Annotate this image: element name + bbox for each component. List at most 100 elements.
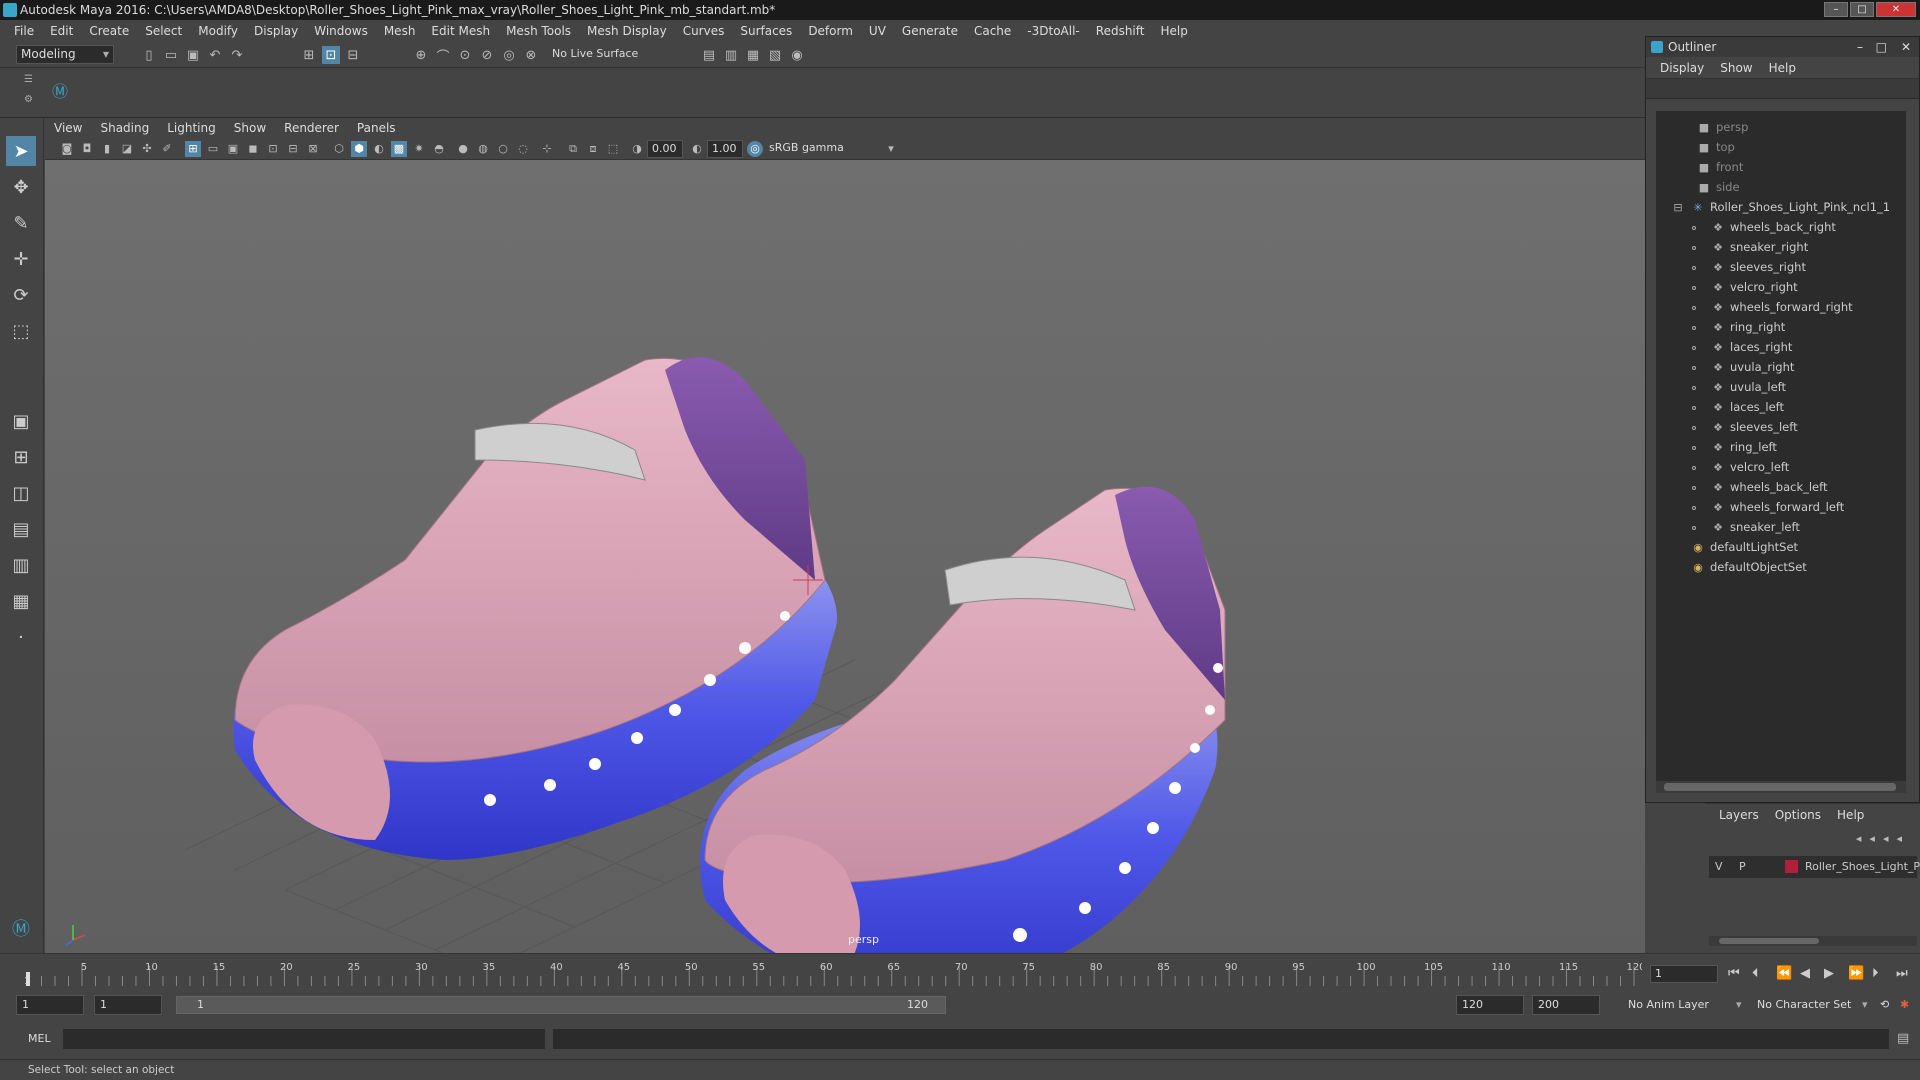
command-language-label[interactable]: MEL	[28, 1032, 51, 1045]
scene-start-field[interactable]: 1	[16, 995, 84, 1015]
menu-cache[interactable]: Cache	[966, 24, 1019, 38]
outliner-item-mesh[interactable]: ❖ wheels_forward_left	[1692, 497, 1844, 517]
time-ruler[interactable]: 5 10 15 20 25 30 35 40 45 50 55 60 65 70 75 80 85 90 95 100…	[22, 960, 1642, 986]
layer-playback-toggle[interactable]: P	[1739, 856, 1746, 878]
outliner-menu-help[interactable]: Help	[1761, 61, 1804, 75]
xray-icon[interactable]: ⧉	[565, 141, 581, 157]
layer-menu-help[interactable]: Help	[1829, 808, 1872, 822]
depth-of-field-icon[interactable]: ◌	[515, 141, 531, 157]
outliner-layout-icon[interactable]: ▤	[6, 514, 36, 544]
snap-mesh-icon[interactable]: ⊗	[522, 46, 540, 64]
redo-icon[interactable]: ↷	[228, 46, 246, 64]
outliner-menu-show[interactable]: Show	[1712, 61, 1760, 75]
outliner-item-mesh[interactable]: ❖ wheels_back_right	[1692, 217, 1836, 237]
outliner-maximize-button[interactable]: □	[1876, 37, 1887, 57]
outliner-item-mesh[interactable]: ❖ laces_left	[1692, 397, 1784, 417]
move-tool-icon[interactable]: ✛	[6, 244, 36, 274]
hypershade-icon[interactable]: ◉	[788, 46, 806, 64]
playback-end-field[interactable]: 120	[1456, 995, 1524, 1015]
shelf-menu-icon[interactable]: ☰	[24, 74, 33, 85]
gamma-field[interactable]: 1.00	[707, 140, 743, 158]
bookmark-icon[interactable]: ▮	[99, 141, 115, 157]
single-pane-layout-icon[interactable]: ▣	[6, 406, 36, 436]
isolate-select-icon[interactable]: ⊹	[539, 141, 555, 157]
select-component-icon[interactable]: ⊟	[344, 46, 362, 64]
graph-layout-icon[interactable]: ▥	[6, 550, 36, 580]
color-management-icon[interactable]: ◎	[747, 141, 763, 157]
gate-mask-icon[interactable]: ◼	[245, 141, 261, 157]
ambient-occlusion-icon[interactable]: ●	[455, 141, 471, 157]
outliner-item-mesh[interactable]: ❖ sleeves_right	[1692, 257, 1806, 277]
outliner-item-mesh[interactable]: ❖ uvula_right	[1692, 357, 1794, 377]
scene-end-field[interactable]: 200	[1532, 995, 1600, 1015]
menu-help[interactable]: Help	[1152, 24, 1195, 38]
outliner-tree[interactable]: ■ persp ■ top ■ front ■ side ⊟ ✳ Roller_Shoes_…	[1656, 111, 1906, 781]
textured-icon[interactable]: ▩	[391, 141, 407, 157]
render-settings-icon[interactable]: ▧	[766, 46, 784, 64]
lasso-tool-icon[interactable]: ✥	[6, 172, 36, 202]
menu-set-selector[interactable]: Modeling	[16, 45, 114, 64]
outliner-item-persp[interactable]: ■ persp	[1696, 117, 1749, 137]
wireframe-icon[interactable]: ⬡	[331, 141, 347, 157]
menu-surfaces[interactable]: Surfaces	[732, 24, 800, 38]
safe-action-icon[interactable]: ⊟	[285, 141, 301, 157]
collapse-minus-icon[interactable]: ⊟	[1670, 198, 1686, 218]
view-transform-dropdown[interactable]: sRGB gamma	[765, 140, 895, 158]
undo-icon[interactable]: ↶	[206, 46, 224, 64]
grease-pencil-icon[interactable]: ✐	[159, 141, 175, 157]
snap-surface-icon[interactable]: ◎	[500, 46, 518, 64]
vp-menu-renderer[interactable]: Renderer	[275, 121, 348, 135]
snap-grid-icon[interactable]: ⊕	[412, 46, 430, 64]
layer-color-swatch[interactable]	[1785, 860, 1798, 873]
outliner-item-mesh[interactable]: ❖ ring_right	[1692, 317, 1785, 337]
collapse-icon[interactable]: ·	[6, 622, 36, 652]
render-view-icon[interactable]: ▤	[700, 46, 718, 64]
menu-mesh-tools[interactable]: Mesh Tools	[498, 24, 579, 38]
outliner-menu-display[interactable]: Display	[1652, 61, 1712, 75]
time-slider[interactable]: 5 10 15 20 25 30 35 40 45 50 55 60 65 70 75 80 85 90 95 100…	[0, 953, 1920, 991]
outliner-item-mesh[interactable]: ❖ velcro_left	[1692, 457, 1789, 477]
outliner-item-side[interactable]: ■ side	[1696, 177, 1740, 197]
live-surface-label[interactable]: No Live Surface	[552, 47, 638, 60]
menu-edit[interactable]: Edit	[42, 24, 81, 38]
play-forwards-icon[interactable]: ▶	[1824, 966, 1834, 981]
outliner-item-mesh[interactable]: ❖ wheels_back_left	[1692, 477, 1828, 497]
snap-point-icon[interactable]: ⊙	[456, 46, 474, 64]
character-set-chevron-icon[interactable]: ▾	[1862, 995, 1868, 1015]
2d-pan-icon[interactable]: ✣	[139, 141, 155, 157]
outliner-horizontal-scrollbar[interactable]	[1656, 781, 1906, 793]
command-input[interactable]	[62, 1028, 546, 1050]
outliner-item-mesh[interactable]: ❖ wheels_forward_right	[1692, 297, 1853, 317]
menu-deform[interactable]: Deform	[800, 24, 861, 38]
select-object-icon[interactable]: ⊡	[322, 46, 340, 64]
current-frame-field[interactable]: 1	[1650, 965, 1718, 983]
view-transform-chevron-icon[interactable]: ▾	[883, 141, 899, 157]
layer-name[interactable]: Roller_Shoes_Light_Pi	[1805, 856, 1920, 878]
outliner-item-set[interactable]: ◉ defaultObjectSet	[1690, 557, 1807, 577]
node-layout-icon[interactable]: ▦	[6, 586, 36, 616]
menu-modify[interactable]: Modify	[190, 24, 246, 38]
anti-alias-icon[interactable]: ○	[495, 141, 511, 157]
layer-visibility-toggle[interactable]: V	[1715, 856, 1723, 878]
step-back-frame-icon[interactable]: ⏴	[1752, 966, 1759, 981]
two-pane-layout-icon[interactable]: ◫	[6, 478, 36, 508]
close-button[interactable]: ✕	[1876, 2, 1916, 17]
step-forward-key-icon[interactable]: ⏩	[1848, 966, 1864, 981]
outliner-item-front[interactable]: ■ front	[1696, 157, 1744, 177]
outliner-close-button[interactable]: ✕	[1901, 37, 1911, 57]
menu-curves[interactable]: Curves	[675, 24, 733, 38]
open-scene-icon[interactable]: ▭	[162, 46, 180, 64]
menu-windows[interactable]: Windows	[306, 24, 376, 38]
default-material-icon[interactable]: ◐	[371, 141, 387, 157]
vp-menu-panels[interactable]: Panels	[348, 121, 405, 135]
outliner-item-group[interactable]: ⊟ ✳ Roller_Shoes_Light_Pink_ncl1_1	[1670, 197, 1890, 217]
safe-title-icon[interactable]: ⊠	[305, 141, 321, 157]
playback-start-field[interactable]: 1	[94, 995, 162, 1015]
step-back-key-icon[interactable]: ⏪	[1776, 966, 1792, 981]
save-scene-icon[interactable]: ▣	[184, 46, 202, 64]
shadows-icon[interactable]: ◓	[431, 141, 447, 157]
exposure-field[interactable]: 0.00	[647, 140, 683, 158]
snap-curve-icon[interactable]: ⌒	[434, 46, 452, 65]
maximize-button[interactable]: □	[1850, 2, 1874, 17]
menu-mesh[interactable]: Mesh	[376, 24, 424, 38]
